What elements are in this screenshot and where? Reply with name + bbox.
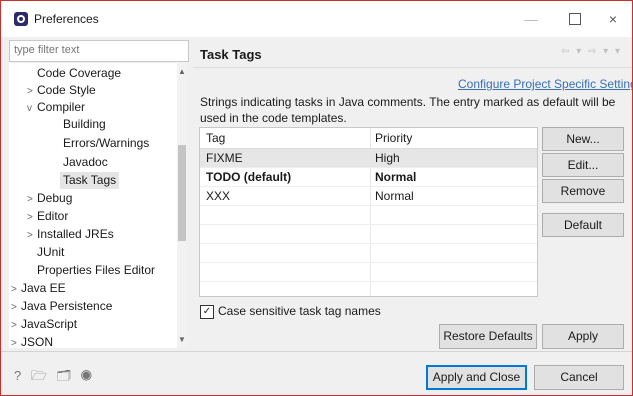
window-title: Preferences — [34, 12, 99, 26]
tree-item-editor[interactable]: > Editor — [27, 208, 68, 225]
table-row[interactable]: TODO (default) Normal — [200, 168, 537, 187]
table-row-empty — [200, 244, 537, 263]
tree-item-errors-warnings[interactable]: Errors/Warnings — [63, 135, 149, 152]
chevron-right-icon[interactable]: > — [27, 227, 37, 244]
remove-button[interactable]: Remove — [542, 179, 624, 203]
preference-tree: Code Coverage > Code Style v Compiler Buil… — [9, 63, 187, 348]
table-row-empty — [200, 206, 537, 225]
tree-item-java-persistence[interactable]: > Java Persistence — [11, 298, 112, 315]
tree-item-code-coverage[interactable]: Code Coverage — [37, 65, 121, 82]
cancel-button[interactable]: Cancel — [534, 365, 624, 390]
chevron-right-icon[interactable]: > — [11, 299, 21, 316]
chevron-down-icon[interactable]: v — [27, 100, 37, 117]
scroll-up-icon[interactable]: ▲ — [177, 67, 187, 76]
tree-item-java-ee[interactable]: > Java EE — [11, 280, 66, 297]
tree-scrollbar[interactable]: ▲ ▼ — [177, 63, 187, 348]
minimize-button[interactable]: — — [519, 9, 543, 29]
edit-button[interactable]: Edit... — [542, 153, 624, 177]
apply-and-close-button[interactable]: Apply and Close — [426, 365, 527, 390]
scroll-down-icon[interactable]: ▼ — [177, 335, 187, 344]
preferences-window: Preferences — × Code Coverage >Code Styl… — [0, 0, 633, 396]
tree-item-task-tags[interactable]: Task Tags — [60, 172, 120, 189]
close-button[interactable]: × — [601, 9, 625, 29]
title-bar: Preferences — × — [1, 1, 632, 37]
task-tags-table: Tag Priority FIXME High TODO (default) N… — [199, 127, 538, 297]
tree-item-code-style[interactable]: > Code Style — [27, 82, 96, 99]
chevron-right-icon[interactable]: > — [11, 281, 21, 298]
maximize-icon — [569, 13, 581, 25]
maximize-button[interactable] — [563, 9, 587, 29]
restore-defaults-button[interactable]: Restore Defaults — [439, 324, 537, 349]
tree-item-junit[interactable]: JUnit — [37, 244, 64, 261]
apply-button[interactable]: Apply — [542, 324, 624, 349]
tag-cell: XXX — [206, 189, 231, 203]
header-divider — [193, 67, 632, 68]
tree-item-properties-files-editor[interactable]: Properties Files Editor — [37, 262, 155, 279]
column-header-priority[interactable]: Priority — [375, 131, 412, 145]
page-description: Strings indicating tasks in Java comment… — [200, 95, 616, 125]
footer-icons[interactable]: ? 🗁 🗂 ◉ — [14, 367, 95, 389]
table-row-empty — [200, 263, 537, 282]
priority-cell: Normal — [375, 189, 414, 203]
tag-cell: FIXME — [206, 151, 243, 165]
tree-item-building[interactable]: Building — [63, 116, 106, 133]
priority-cell: Normal — [375, 170, 417, 184]
default-button[interactable]: Default — [542, 213, 624, 237]
table-row-empty — [200, 225, 537, 244]
table-header: Tag Priority — [200, 128, 537, 149]
case-sensitive-checkbox[interactable]: ✓ — [200, 305, 214, 319]
table-row[interactable]: XXX Normal — [200, 187, 537, 206]
page-header: Task Tags ⇦ ▾ ⇨ ▾ ▾ — [193, 41, 632, 67]
chevron-right-icon[interactable]: > — [11, 335, 21, 348]
chevron-right-icon[interactable]: > — [27, 83, 37, 100]
tree-item-compiler[interactable]: v Compiler — [27, 99, 85, 116]
chevron-right-icon[interactable]: > — [11, 317, 21, 334]
configure-project-settings-link[interactable]: Configure Project Specific Settings... — [458, 77, 632, 91]
eclipse-app-icon — [14, 12, 28, 26]
tree-item-json[interactable]: > JSON — [11, 334, 53, 348]
filter-field[interactable] — [9, 40, 189, 62]
footer-divider — [1, 351, 632, 352]
chevron-right-icon[interactable]: > — [27, 209, 37, 226]
tree-item-javascript[interactable]: > JavaScript — [11, 316, 77, 333]
page-title: Task Tags — [200, 47, 262, 62]
priority-cell: High — [375, 151, 400, 165]
tree-item-debug[interactable]: > Debug — [27, 190, 72, 207]
tree-scrollbar-thumb[interactable] — [178, 145, 186, 241]
new-button[interactable]: New... — [542, 127, 624, 151]
history-nav-icons[interactable]: ⇦ ▾ ⇨ ▾ ▾ — [561, 46, 622, 57]
filter-input[interactable] — [10, 41, 188, 59]
tree-item-javadoc[interactable]: Javadoc — [63, 154, 108, 171]
case-sensitive-label[interactable]: Case sensitive task tag names — [218, 304, 381, 318]
table-row[interactable]: FIXME High — [200, 149, 537, 168]
chevron-right-icon[interactable]: > — [27, 191, 37, 208]
column-header-tag[interactable]: Tag — [206, 131, 225, 145]
tree-item-installed-jres[interactable]: > Installed JREs — [27, 226, 114, 243]
tag-cell: TODO (default) — [206, 170, 292, 184]
